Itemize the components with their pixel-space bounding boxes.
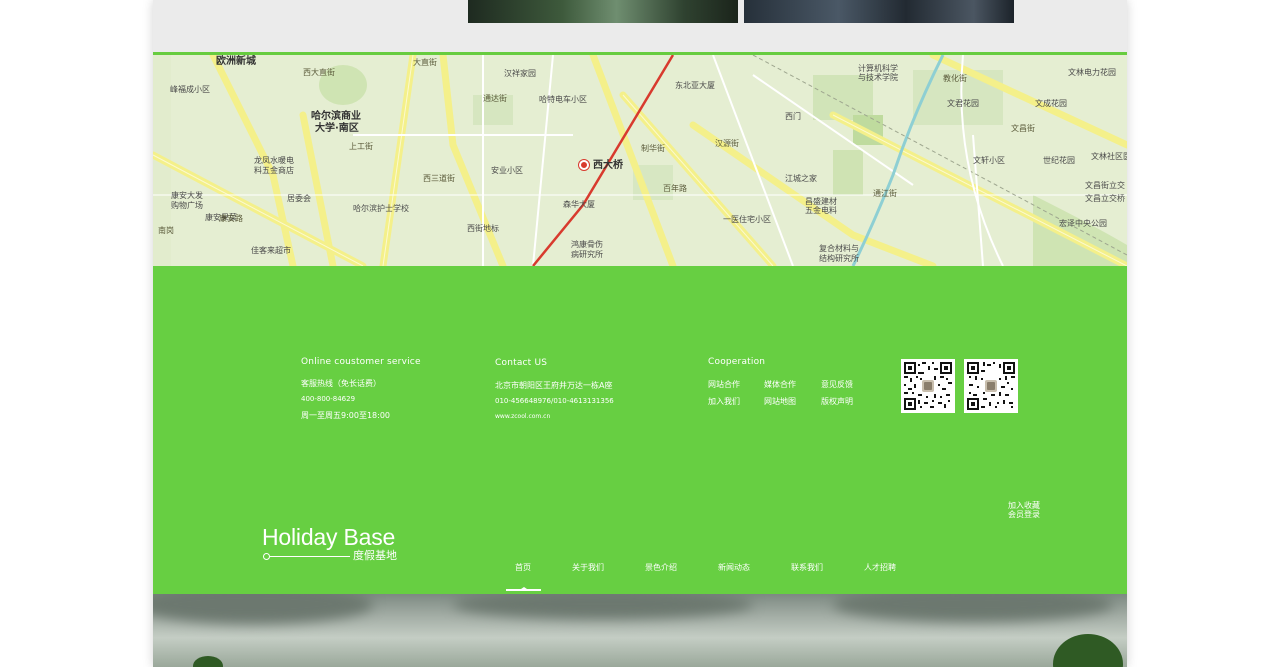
cloud-shape bbox=[153, 594, 373, 624]
service-hours: 周一至周五9:00至18:00 bbox=[301, 411, 391, 420]
link-join-us[interactable]: 加入我们 bbox=[708, 398, 740, 406]
nav-about[interactable]: 关于我们 bbox=[572, 564, 604, 572]
map-road-xisanjie: 西三道街 bbox=[423, 174, 455, 183]
map-label-jiaxin: 佳客来超市 bbox=[251, 246, 291, 255]
logo-circle-icon bbox=[263, 553, 270, 560]
map-label-wujin: 料五金商店 bbox=[254, 166, 294, 175]
map-road-nangang: 南岗 bbox=[158, 226, 174, 235]
map-road-tongjiang: 通江街 bbox=[873, 189, 897, 198]
map-label-wenlin: 文林电力花园 bbox=[1068, 68, 1116, 77]
map-road-bainian: 百年路 bbox=[663, 184, 687, 193]
contact-column: Contact US 北京市朝阳区王府井万达一栋A座 010-456648976… bbox=[495, 359, 614, 420]
nav-home[interactable]: 首页 bbox=[515, 564, 531, 572]
map-label-wencheng: 文成花园 bbox=[1035, 99, 1067, 108]
map-label-fuhe: 复合材料与 bbox=[819, 244, 859, 253]
map-label-fengxing: 峰福成小区 bbox=[170, 85, 210, 94]
map-road-jiaohua: 教化街 bbox=[943, 74, 967, 83]
map-label-shangye: 哈尔滨商业 bbox=[311, 111, 361, 122]
map-label-juweihui: 居委会 bbox=[287, 194, 311, 203]
map-label-jisuan: 计算机科学 bbox=[858, 64, 898, 73]
map-road-shanggong: 上工街 bbox=[349, 142, 373, 151]
map-label-xijie: 西街地标 bbox=[467, 224, 499, 233]
map-label-hongze: 宏泽中央公园 bbox=[1059, 219, 1107, 228]
map-label-senhua: 森华大厦 bbox=[563, 200, 595, 209]
map-label-anye: 安业小区 bbox=[491, 166, 523, 175]
page-container: 欧洲新城 峰福成小区 哈尔滨商业 大学·南区 龙凤水暖电 料五金商店 居委会 康… bbox=[153, 0, 1127, 667]
nav-scenery[interactable]: 景色介绍 bbox=[645, 564, 677, 572]
metro-station-icon[interactable] bbox=[579, 160, 589, 170]
location-map[interactable]: 欧洲新城 峰福成小区 哈尔滨商业 大学·南区 龙凤水暖电 料五金商店 居委会 康… bbox=[153, 55, 1127, 266]
map-label-nanqu: 大学·南区 bbox=[315, 123, 359, 134]
cloud-shape bbox=[453, 594, 753, 619]
service-phone: 400-800-84629 bbox=[301, 395, 356, 403]
map-label-changsheng: 昌盛建材 bbox=[805, 197, 837, 206]
map-label-wujin-dian: 五金电料 bbox=[805, 206, 837, 215]
service-column: Online coustomer service 客服热线（免长话费） 400-… bbox=[301, 358, 421, 420]
tree-shape bbox=[193, 656, 223, 667]
site-footer: Online coustomer service 客服热线（免长话费） 400-… bbox=[153, 266, 1127, 594]
map-road-xidazhi: 西大直街 bbox=[303, 68, 335, 77]
map-label-dongbeiya: 东北亚大厦 bbox=[675, 81, 715, 90]
nav-contact[interactable]: 联系我们 bbox=[791, 564, 823, 572]
link-sitemap[interactable]: 网站地图 bbox=[764, 398, 796, 406]
brand-logo-text[interactable]: Holiday Base bbox=[262, 526, 395, 549]
tree-shape bbox=[1053, 634, 1123, 667]
nav-active-caret bbox=[521, 587, 527, 589]
member-login-link[interactable]: 会员登录 bbox=[1008, 510, 1040, 520]
map-label-wenchang-qiao: 文昌立交桥 bbox=[1085, 194, 1125, 203]
map-label-wenjun: 文君花园 bbox=[947, 99, 979, 108]
gallery-photo-forest[interactable] bbox=[468, 0, 738, 23]
cooperation-column: Cooperation 网站合作 媒体合作 意见反馈 加入我们 网站地图 版权声… bbox=[708, 358, 868, 408]
map-label-wenchang-li: 文昌街立交 bbox=[1085, 181, 1125, 190]
link-media-cooperation[interactable]: 媒体合作 bbox=[764, 381, 796, 389]
map-label-wenlin-li: 文林社区医 bbox=[1091, 152, 1127, 161]
nav-active-indicator bbox=[506, 589, 541, 591]
map-road-dazhi: 大直街 bbox=[413, 58, 437, 67]
cloud-shape bbox=[833, 594, 1113, 622]
map-label-honghua: 鸿康骨伤 bbox=[571, 240, 603, 249]
map-label-hahushi: 哈尔滨护士学校 bbox=[353, 204, 409, 213]
map-label-gouwu: 购物广场 bbox=[171, 201, 203, 210]
map-label-wenxuan: 文轩小区 bbox=[973, 156, 1005, 165]
gallery-photo-lake[interactable] bbox=[744, 0, 1014, 23]
link-copyright[interactable]: 版权声明 bbox=[821, 398, 853, 406]
side-links: 加入收藏 会员登录 bbox=[1008, 501, 1040, 520]
map-label-hajiang-che: 哈特电车小区 bbox=[539, 95, 587, 104]
map-label-jiangcheng: 江城之家 bbox=[785, 174, 817, 183]
map-road-wenchang: 文昌街 bbox=[1011, 124, 1035, 133]
map-label-jiegou: 结构研究所 bbox=[819, 254, 859, 263]
map-label-xidaqiao: 西大桥 bbox=[593, 160, 623, 171]
gallery-strip bbox=[153, 0, 1127, 52]
map-label-shiji: 世纪花园 bbox=[1043, 156, 1075, 165]
map-road-kangan: 康安路 bbox=[219, 214, 243, 223]
nav-careers[interactable]: 人才招聘 bbox=[864, 564, 896, 572]
map-label-jishu: 与技术学院 bbox=[858, 73, 898, 82]
contact-website-link[interactable]: www.zcool.com.cn bbox=[495, 414, 614, 420]
map-label-yimin: 一医住宅小区 bbox=[723, 215, 771, 224]
link-feedback[interactable]: 意见反馈 bbox=[821, 381, 853, 389]
contact-phones: 010-456648976/010-4613131356 bbox=[495, 397, 614, 405]
map-label-longfeng: 龙凤水暖电 bbox=[254, 156, 294, 165]
map-label-hanxiang: 汉祥家园 bbox=[504, 69, 536, 78]
nav-news[interactable]: 新闻动态 bbox=[718, 564, 750, 572]
brand-logo-subtitle: 度假基地 bbox=[353, 549, 397, 562]
landscape-banner bbox=[153, 594, 1127, 667]
qr-code-weibo bbox=[964, 359, 1018, 413]
map-label-kangan: 康安大发 bbox=[171, 191, 203, 200]
map-label-ouzhou: 欧洲新城 bbox=[216, 56, 256, 67]
service-hotline-label: 客服热线（免长话费） bbox=[301, 379, 381, 388]
map-road-zhihua: 制华街 bbox=[641, 144, 665, 153]
contact-title: Contact US bbox=[495, 358, 548, 368]
link-site-cooperation[interactable]: 网站合作 bbox=[708, 381, 740, 389]
logo-rule bbox=[270, 556, 350, 557]
contact-address: 北京市朝阳区王府井万达一栋A座 bbox=[495, 381, 613, 390]
map-label-ximen: 西门 bbox=[785, 112, 801, 121]
service-title: Online coustomer service bbox=[301, 357, 421, 367]
cooperation-title: Cooperation bbox=[708, 357, 766, 367]
qr-code-wechat bbox=[901, 359, 955, 413]
map-road-tongda: 通达街 bbox=[483, 94, 507, 103]
map-road-hanyuan: 汉源街 bbox=[715, 139, 739, 148]
map-label-bingyan: 病研究所 bbox=[571, 250, 603, 259]
